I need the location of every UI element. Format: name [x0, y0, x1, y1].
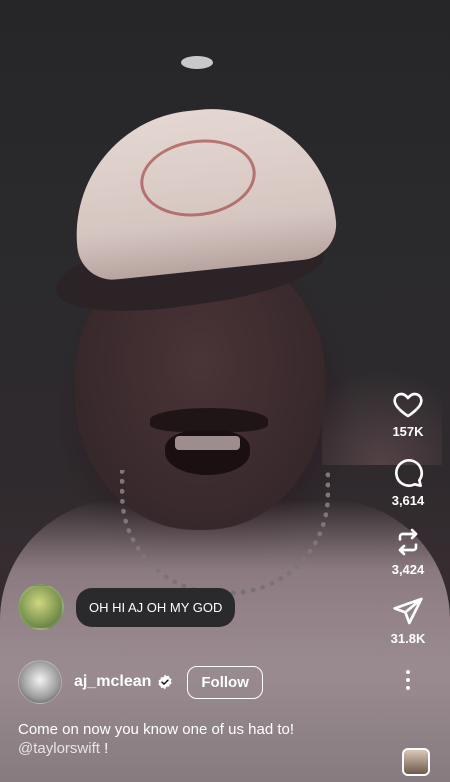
author-row: aj_mclean Follow [18, 660, 263, 704]
comment-icon [395, 459, 423, 487]
featured-comment[interactable]: OH HI AJ OH MY GOD [18, 584, 236, 630]
more-icon[interactable] [406, 668, 410, 692]
ceiling-light [181, 56, 213, 69]
comment-button[interactable]: 3,614 [391, 457, 425, 508]
comment-count: 3,614 [391, 493, 425, 508]
moustache [150, 408, 268, 432]
follow-button[interactable]: Follow [187, 665, 263, 699]
share-count: 31.8K [390, 631, 426, 646]
like-button[interactable]: 157K [392, 388, 424, 439]
reel-video[interactable]: 157K 3,614 3,424 31.8K OH HI AJ OH MY GO… [0, 0, 450, 782]
comment-text: OH HI AJ OH MY GOD [76, 587, 236, 627]
send-icon [393, 597, 423, 625]
audio-thumbnail[interactable] [402, 748, 430, 776]
teeth [175, 436, 240, 450]
action-rail: 157K 3,614 3,424 31.8K [382, 388, 434, 692]
caption-text: Come on now you know one of us had to! [18, 721, 295, 738]
caption-mention[interactable]: @taylorswift [18, 740, 100, 757]
caption[interactable]: Come on now you know one of us had to! @… [18, 720, 358, 758]
repost-button[interactable]: 3,424 [391, 526, 425, 577]
caption-suffix: ! [99, 740, 109, 757]
share-button[interactable]: 31.8K [390, 595, 426, 646]
repost-count: 3,424 [391, 562, 425, 577]
verified-icon [158, 674, 172, 690]
like-count: 157K [392, 424, 424, 439]
repost-icon [398, 528, 418, 556]
commenter-avatar[interactable] [18, 584, 64, 630]
heart-icon [393, 392, 423, 418]
author-username[interactable]: aj_mclean [74, 673, 151, 691]
author-avatar[interactable] [18, 660, 62, 704]
